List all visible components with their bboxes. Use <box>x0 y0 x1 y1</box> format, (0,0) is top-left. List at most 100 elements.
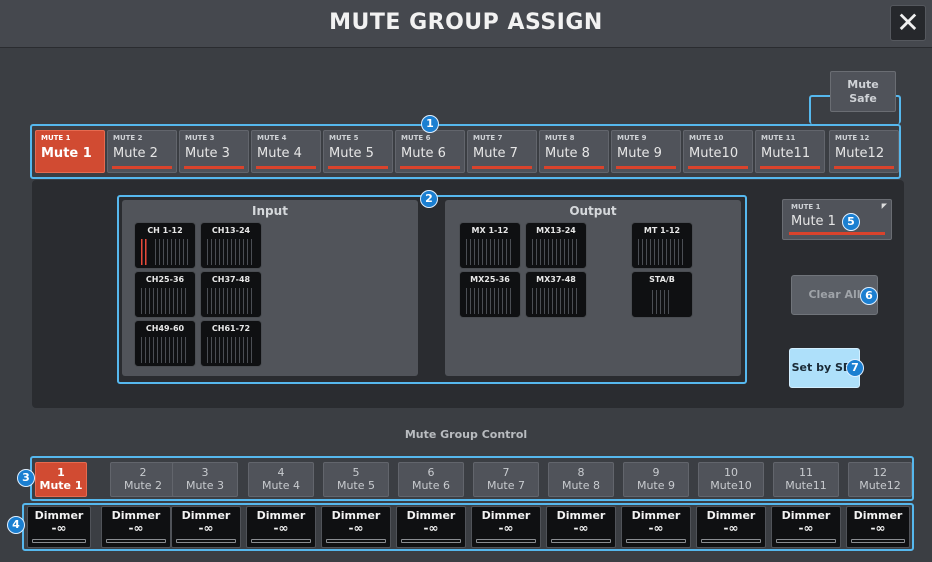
dimmer-value: -∞ <box>273 521 289 535</box>
tab-small-label: MUTE 2 <box>113 134 143 142</box>
dimmer-value: -∞ <box>573 521 589 535</box>
group-label: MX25-36 <box>470 275 510 284</box>
tab-small-label: MUTE 8 <box>545 134 575 142</box>
fader-icon <box>141 239 149 265</box>
mute-group-control-12[interactable]: 12 Mute12 <box>848 462 912 497</box>
channel-group-ch49-60[interactable]: CH49-60 <box>134 320 196 367</box>
mute-group-tab-2[interactable]: MUTE 2 Mute 2 <box>107 130 177 173</box>
tab-small-label: MUTE 6 <box>401 134 431 142</box>
mute-safe-button[interactable]: Mute Safe <box>830 71 896 112</box>
dimmer-value: -∞ <box>423 521 439 535</box>
dimmer-button-10[interactable]: Dimmer -∞ <box>696 506 766 548</box>
channel-group-mx13-24[interactable]: MX13-24 <box>525 222 587 269</box>
mute-group-tab-5[interactable]: MUTE 5 Mute 5 <box>323 130 393 173</box>
mute-group-control-2[interactable]: 2 Mute 2 <box>110 462 176 497</box>
dimmer-button-9[interactable]: Dimmer -∞ <box>621 506 691 548</box>
tab-label: Mute 5 <box>329 146 374 161</box>
control-number: 3 <box>201 466 209 479</box>
tab-indicator <box>112 166 172 169</box>
tab-indicator <box>400 166 460 169</box>
dimmer-button-8[interactable]: Dimmer -∞ <box>546 506 616 548</box>
dimmer-button-12[interactable]: Dimmer -∞ <box>846 506 910 548</box>
control-number: 5 <box>352 466 360 479</box>
channel-group-mx25-36[interactable]: MX25-36 <box>459 271 521 318</box>
dimmer-button-3[interactable]: Dimmer -∞ <box>171 506 241 548</box>
close-button[interactable]: ✕ <box>890 5 926 41</box>
mute-group-tab-3[interactable]: MUTE 3 Mute 3 <box>179 130 249 173</box>
group-label: STA/B <box>649 275 675 284</box>
mute-group-control-1[interactable]: 1 Mute 1 <box>35 462 87 497</box>
current-mute-group[interactable]: MUTE 1 Mute 1 ◤ <box>782 199 892 240</box>
channel-group-mx37-48[interactable]: MX37-48 <box>525 271 587 318</box>
mute-group-tab-7[interactable]: MUTE 7 Mute 7 <box>467 130 537 173</box>
mute-group-control-5[interactable]: 5 Mute 5 <box>323 462 389 497</box>
dimmer-button-1[interactable]: Dimmer -∞ <box>27 506 91 548</box>
mute-group-control-9[interactable]: 9 Mute 9 <box>623 462 689 497</box>
channel-group-ch61-72[interactable]: CH61-72 <box>200 320 262 367</box>
dimmer-button-4[interactable]: Dimmer -∞ <box>246 506 316 548</box>
channel-group-ch37-48[interactable]: CH37-48 <box>200 271 262 318</box>
dimmer-button-7[interactable]: Dimmer -∞ <box>471 506 541 548</box>
channel-group-ch25-36[interactable]: CH25-36 <box>134 271 196 318</box>
channel-group-mt1-12[interactable]: MT 1-12 <box>631 222 693 269</box>
fader-icon <box>141 288 189 314</box>
channel-group-ch13-24[interactable]: CH13-24 <box>200 222 262 269</box>
control-number: 2 <box>139 466 147 479</box>
channel-group-ch1-12[interactable]: CH 1-12 <box>134 222 196 269</box>
control-name: Mute 4 <box>261 479 301 492</box>
dimmer-level-bar <box>176 539 236 543</box>
fader-icon <box>466 288 514 314</box>
mute-group-control-8[interactable]: 8 Mute 8 <box>548 462 614 497</box>
dimmer-button-5[interactable]: Dimmer -∞ <box>321 506 391 548</box>
fader-icon <box>532 239 580 265</box>
mute-group-control-10[interactable]: 10 Mute10 <box>698 462 764 497</box>
channel-group-mx1-12[interactable]: MX 1-12 <box>459 222 521 269</box>
dimmer-level-bar <box>776 539 836 543</box>
fader-icon <box>207 288 255 314</box>
dimmer-level-bar <box>626 539 686 543</box>
control-number: 6 <box>427 466 435 479</box>
mute-group-tab-12[interactable]: MUTE 12 Mute12 <box>829 130 899 173</box>
mute-group-control-4[interactable]: 4 Mute 4 <box>248 462 314 497</box>
control-name: Mute12 <box>859 479 901 492</box>
mute-group-control-7[interactable]: 7 Mute 7 <box>473 462 539 497</box>
callout-6: 6 <box>860 287 878 305</box>
tab-small-label: MUTE 1 <box>41 134 71 142</box>
dimmer-button-2[interactable]: Dimmer -∞ <box>101 506 171 548</box>
group-label: CH25-36 <box>145 275 185 284</box>
fader-icon <box>638 239 686 265</box>
dimmer-button-6[interactable]: Dimmer -∞ <box>396 506 466 548</box>
callout-7: 7 <box>846 359 864 377</box>
dimmer-level-bar <box>106 539 166 543</box>
mute-group-control-11[interactable]: 11 Mute11 <box>773 462 839 497</box>
mute-group-tab-9[interactable]: MUTE 9 Mute 9 <box>611 130 681 173</box>
dimmer-level-bar <box>401 539 461 543</box>
mute-group-tab-4[interactable]: MUTE 4 Mute 4 <box>251 130 321 173</box>
mute-group-tab-1[interactable]: MUTE 1 Mute 1 <box>35 130 105 173</box>
channel-group-st-ab[interactable]: STA/B <box>631 271 693 318</box>
control-name: Mute10 <box>710 479 752 492</box>
dimmer-level-bar <box>326 539 386 543</box>
group-label: CH 1-12 <box>147 226 183 235</box>
fader-icon <box>466 239 514 265</box>
mute-group-tab-10[interactable]: MUTE 10 Mute10 <box>683 130 753 173</box>
control-name: Mute 6 <box>411 479 451 492</box>
control-number: 11 <box>799 466 813 479</box>
mute-group-tab-11[interactable]: MUTE 11 Mute11 <box>755 130 825 173</box>
tab-indicator <box>544 166 604 169</box>
tab-label: Mute 3 <box>185 146 230 161</box>
dimmer-button-11[interactable]: Dimmer -∞ <box>771 506 841 548</box>
mute-group-tab-6[interactable]: MUTE 6 Mute 6 <box>395 130 465 173</box>
tab-small-label: MUTE 3 <box>185 134 215 142</box>
mute-group-control-6[interactable]: 6 Mute 6 <box>398 462 464 497</box>
tab-indicator <box>688 166 748 169</box>
control-name: Mute 3 <box>185 479 225 492</box>
fader-icon <box>207 337 255 363</box>
fader-icon <box>652 290 672 314</box>
dimmer-value: -∞ <box>498 521 514 535</box>
input-heading: Input <box>252 204 288 218</box>
mute-group-control-3[interactable]: 3 Mute 3 <box>172 462 238 497</box>
control-name: Mute 9 <box>636 479 676 492</box>
callout-3: 3 <box>17 469 35 487</box>
mute-group-tab-8[interactable]: MUTE 8 Mute 8 <box>539 130 609 173</box>
